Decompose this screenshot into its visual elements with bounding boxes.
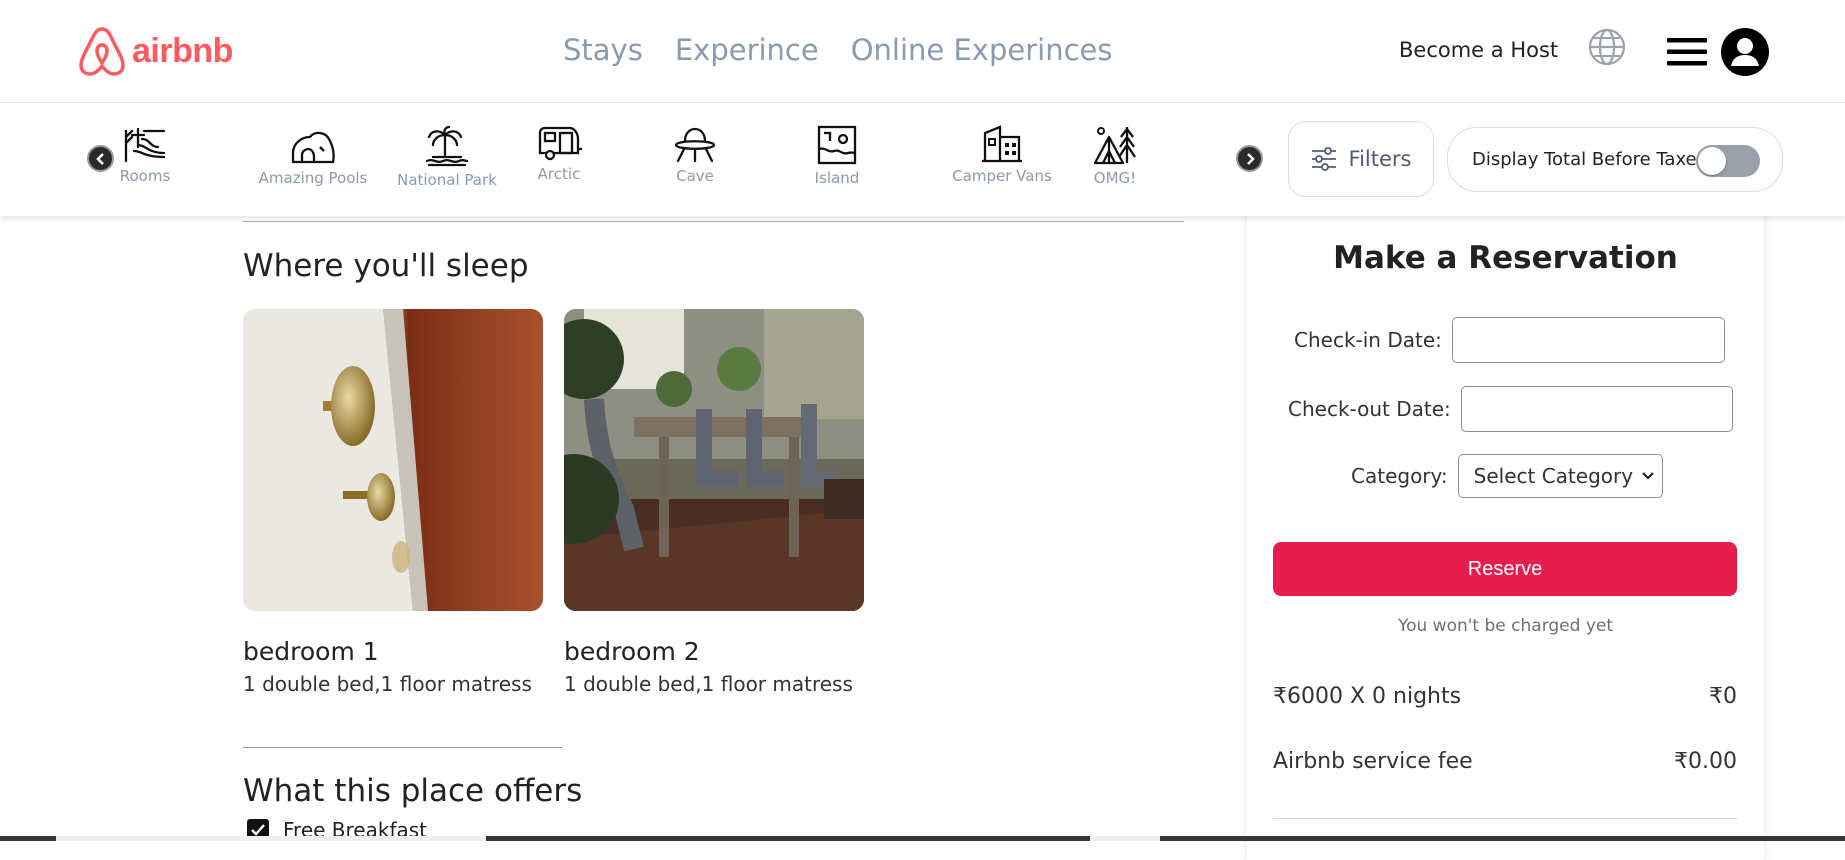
checkin-date-input[interactable] [1451, 317, 1725, 363]
bottom-image-strip [0, 836, 1845, 841]
toggle-knob [1698, 147, 1726, 175]
fee-row-service: Airbnb service fee ₹0.00 [1273, 749, 1737, 774]
category-rooms[interactable]: Rooms [90, 125, 200, 185]
fee-row-nights: ₹6000 X 0 nights ₹0 [1273, 684, 1737, 709]
main-nav: Stays Experince Online Experinces [563, 33, 1112, 67]
display-total-toggle[interactable] [1696, 145, 1760, 177]
checkout-date-input[interactable] [1460, 386, 1733, 432]
tent-icon [1093, 127, 1136, 165]
offers-heading: What this place offers [243, 773, 583, 809]
airbnb-logo[interactable]: airbnb [78, 25, 233, 77]
checkin-label: Check-in Date: [1294, 328, 1442, 352]
category-label: Island [814, 169, 860, 187]
camper-icon [538, 126, 582, 161]
reservation-title: Make a Reservation [1333, 240, 1678, 276]
become-host-link[interactable]: Become a Host [1399, 38, 1558, 62]
reservation-card: Make a Reservation Check-in Date: Check-… [1247, 200, 1764, 860]
user-avatar-icon[interactable] [1721, 28, 1769, 76]
category-camper-vans[interactable]: Camper Vans [947, 125, 1057, 185]
category-label: Category: [1351, 464, 1448, 488]
category-bar: Rooms Amazing Pools National Park Arctic [0, 103, 1845, 216]
category-row: Category: Select Category [1351, 454, 1663, 498]
category-omg[interactable]: OMG! [1060, 125, 1170, 187]
hamburger-menu-icon[interactable] [1667, 36, 1707, 68]
category-label: Amazing Pools [258, 169, 368, 187]
category-island[interactable]: Island [782, 125, 892, 187]
category-label: OMG! [1093, 169, 1137, 187]
sleep-heading: Where you'll sleep [243, 248, 529, 284]
reserve-button[interactable]: Reserve [1273, 542, 1737, 596]
chevron-right-icon [1246, 152, 1255, 165]
map-icon [817, 125, 857, 165]
room-name: bedroom 1 [243, 637, 379, 666]
filters-button[interactable]: Filters [1288, 121, 1434, 197]
category-label: National Park [397, 171, 497, 189]
sliders-icon [1311, 147, 1336, 171]
island-palm-icon [425, 125, 469, 167]
room-description: 1 double bed,1 floor matress [243, 672, 532, 696]
room-card-2[interactable]: bedroom 2 1 double bed,1 floor matress [564, 309, 864, 696]
charge-note: You won't be charged yet [1397, 616, 1614, 636]
buildings-icon [982, 125, 1022, 163]
category-arctic[interactable]: Arctic [504, 125, 614, 183]
top-header: airbnb Stays Experince Online Experinces… [0, 0, 1845, 103]
category-select-value: Select Category [1473, 464, 1634, 488]
nav-stays[interactable]: Stays [563, 33, 643, 67]
fee-label: Airbnb service fee [1273, 749, 1473, 774]
display-total-label: Display Total Before Taxes [1472, 149, 1706, 170]
fee-label: ₹6000 X 0 nights [1273, 684, 1462, 709]
scroll-right-button[interactable] [1236, 145, 1263, 172]
logo-text: airbnb [132, 31, 233, 70]
room-description: 1 double bed,1 floor matress [564, 672, 853, 696]
checkin-row: Check-in Date: [1294, 317, 1725, 363]
bedroom-1-photo [243, 309, 543, 611]
room-card-1[interactable]: bedroom 1 1 double bed,1 floor matress [243, 309, 543, 696]
nav-online-experiences[interactable]: Online Experinces [851, 33, 1113, 67]
chevron-down-icon [1641, 472, 1654, 480]
fee-value: ₹0 [1709, 684, 1737, 709]
category-label: Camper Vans [952, 167, 1052, 185]
room-name: bedroom 2 [564, 637, 700, 666]
airbnb-logo-icon [79, 27, 125, 76]
category-label: Rooms [119, 167, 171, 185]
ufo-icon [674, 127, 716, 163]
checkout-row: Check-out Date: [1288, 386, 1733, 432]
category-cave[interactable]: Cave [640, 125, 750, 185]
section-divider [243, 221, 1184, 222]
display-total-toggle-container: Display Total Before Taxes [1447, 127, 1783, 192]
pool-icon [291, 131, 335, 164]
globe-icon[interactable] [1588, 28, 1626, 66]
nav-experience[interactable]: Experince [675, 33, 819, 67]
fee-value: ₹0.00 [1674, 749, 1737, 774]
card-divider [1273, 818, 1737, 819]
category-label: Cave [676, 167, 714, 185]
category-national-park[interactable]: National Park [392, 125, 502, 189]
section-divider [243, 747, 562, 748]
rooms-icon [124, 127, 166, 163]
category-amazing-pools[interactable]: Amazing Pools [258, 125, 368, 187]
checkout-label: Check-out Date: [1288, 397, 1451, 421]
bedroom-2-photo [564, 309, 864, 611]
filters-label: Filters [1348, 147, 1412, 171]
category-label: Arctic [537, 165, 581, 183]
category-select[interactable]: Select Category [1457, 454, 1663, 498]
